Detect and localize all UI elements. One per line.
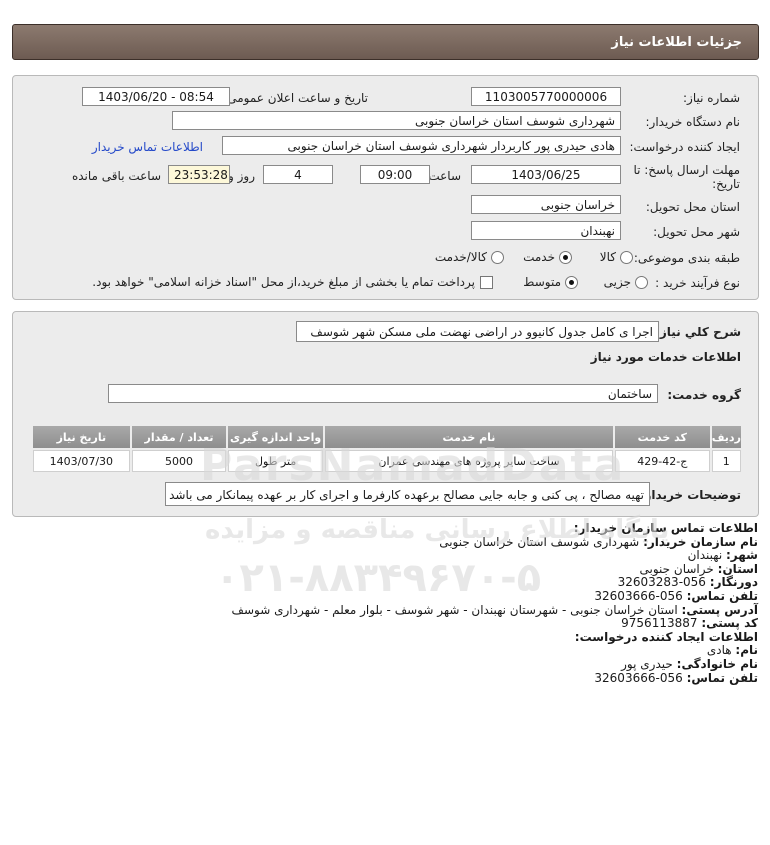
page-title-bar: جزئیات اطلاعات نیاز: [12, 24, 759, 60]
cell-service-name: ساخت سایر پروژه های مهندسی عمران: [324, 450, 613, 472]
province-field: خراسان جنوبی: [471, 195, 621, 214]
col-row: ردیف: [711, 426, 741, 448]
process-medium-label: متوسط: [523, 275, 561, 289]
contact-header: اطلاعات تماس سازمان خریدار:: [573, 521, 758, 535]
services-panel: شرح کلي نیاز: اجرا ی کامل جدول کانیوو در…: [12, 311, 759, 517]
province-label: استان محل تحویل:: [645, 200, 740, 214]
contact-postal: 9756113887: [621, 616, 698, 631]
description-field: اجرا ی کامل جدول کانیوو در اراضی نهضت مل…: [296, 321, 659, 342]
contact-org-label: نام سازمان خریدار:: [643, 534, 758, 549]
contact-phone: 056-32603666: [594, 588, 683, 603]
creator-name: هادی: [706, 643, 732, 658]
services-info-heading: اطلاعات خدمات مورد نیاز: [590, 350, 741, 364]
creator-family-label: نام خانوادگی:: [676, 656, 758, 671]
days-field: 4: [263, 165, 333, 184]
category-radio-service[interactable]: [559, 251, 572, 264]
col-need-date: تاریخ نیاز: [33, 426, 130, 448]
treasury-checkbox[interactable]: [480, 276, 493, 289]
service-group-label: گروه خدمت:: [667, 388, 741, 402]
need-number-field: 1103005770000006: [471, 87, 621, 106]
need-details-panel: شماره نیاز: 1103005770000006 تاریخ و ساع…: [12, 75, 759, 300]
table-header-row: ردیف کد خدمت نام خدمت واحد اندازه گیری ت…: [33, 426, 741, 448]
buyer-contact-section: اطلاعات تماس سازمان خریدار: نام سازمان خ…: [158, 521, 758, 685]
buyer-org-field: شهرداری شوسف استان خراسان جنوبی: [172, 111, 621, 130]
creator-name-label: نام:: [735, 643, 758, 658]
contact-city: نهبندان: [687, 548, 723, 563]
contact-postal-label: کد پستی:: [701, 616, 758, 631]
category-label: طبقه بندی موضوعی:: [633, 251, 740, 265]
city-field: نهبندان: [471, 221, 621, 240]
contact-org: شهرداری شوسف استان خراسان جنوبی: [439, 534, 640, 549]
buyer-contact-link[interactable]: اطلاعات تماس خریدار: [92, 140, 203, 154]
announce-label: تاریخ و ساعت اعلان عمومی:: [223, 91, 368, 105]
deadline-date-field: 1403/06/25: [471, 165, 621, 184]
contact-phone-label: تلفن تماس:: [686, 588, 758, 603]
category-radio-goods-service[interactable]: [491, 251, 504, 264]
buyer-notes-field: تهیه مصالح ، پی کنی و جابه جایی مصالح بر…: [165, 482, 650, 506]
col-quantity: تعداد / مقدار: [131, 426, 227, 448]
remaining-time-field: 23:53:28: [168, 165, 230, 184]
creator-family: حیدری پور: [621, 656, 673, 671]
deadline-time-label: ساعت: [428, 169, 461, 183]
process-label: نوع فرآیند خرید :: [655, 276, 740, 290]
col-service-code: کد خدمت: [614, 426, 710, 448]
process-radio-minor[interactable]: [635, 276, 648, 289]
category-goods-label: کالا: [599, 250, 616, 264]
cell-unit: متر طول: [228, 450, 323, 472]
creator-field: هادی حیدری پور کاربردار شهرداری شوسف است…: [222, 136, 621, 155]
contact-city-label: شهر:: [726, 548, 758, 563]
remaining-label: ساعت باقی مانده: [71, 169, 161, 183]
contact-address: استان خراسان جنوبی - شهرستان نهبندان - ش…: [231, 602, 678, 617]
city-label: شهر محل تحویل:: [653, 225, 740, 239]
days-label: روز و: [228, 169, 255, 183]
contact-province: خراسان جنوبی: [639, 561, 714, 576]
services-table: ردیف کد خدمت نام خدمت واحد اندازه گیری ت…: [31, 424, 743, 474]
creator-label: ایجاد کننده درخواست:: [629, 140, 740, 154]
buyer-org-label: نام دستگاه خریدار:: [645, 115, 741, 129]
contact-fax-label: دورنگار:: [709, 575, 758, 590]
deadline-label: مهلت ارسال پاسخ: تا تاریخ:: [633, 163, 740, 191]
creator-phone: 056-32603666: [594, 670, 683, 685]
page-title: جزئیات اطلاعات نیاز: [611, 35, 742, 50]
contact-fax: 056-32603283: [617, 575, 706, 590]
deadline-time-field: 09:00: [360, 165, 430, 184]
creator-info-header: اطلاعات ایجاد کننده درخواست:: [574, 629, 758, 644]
col-unit: واحد اندازه گیری: [228, 426, 323, 448]
process-minor-label: جزیی: [603, 275, 631, 289]
process-radio-medium[interactable]: [565, 276, 578, 289]
category-goods-service-label: کالا/خدمت: [434, 250, 487, 264]
description-label: شرح کلي نیاز:: [655, 325, 741, 339]
cell-need-date: 1403/07/30: [33, 450, 130, 472]
cell-row: 1: [711, 450, 741, 472]
payment-note: پرداخت تمام یا بخشی از مبلغ خرید،از محل …: [92, 275, 475, 289]
category-radio-goods[interactable]: [620, 251, 633, 264]
contact-address-label: آدرس پستی:: [681, 602, 758, 617]
service-group-field: ساختمان: [108, 384, 658, 403]
need-number-label: شماره نیاز:: [683, 91, 740, 105]
category-service-label: خدمت: [523, 250, 555, 264]
table-row: 1 ج-42-429 ساخت سایر پروژه های مهندسی عم…: [33, 450, 741, 472]
cell-service-code: ج-42-429: [614, 450, 710, 472]
col-service-name: نام خدمت: [324, 426, 613, 448]
cell-quantity: 5000: [131, 450, 227, 472]
buyer-notes-label: توضیحات خریدار:: [639, 488, 741, 502]
creator-phone-label: تلفن تماس:: [686, 670, 758, 685]
announce-field: 1403/06/20 - 08:54: [82, 87, 230, 106]
contact-province-label: استان:: [717, 561, 758, 576]
